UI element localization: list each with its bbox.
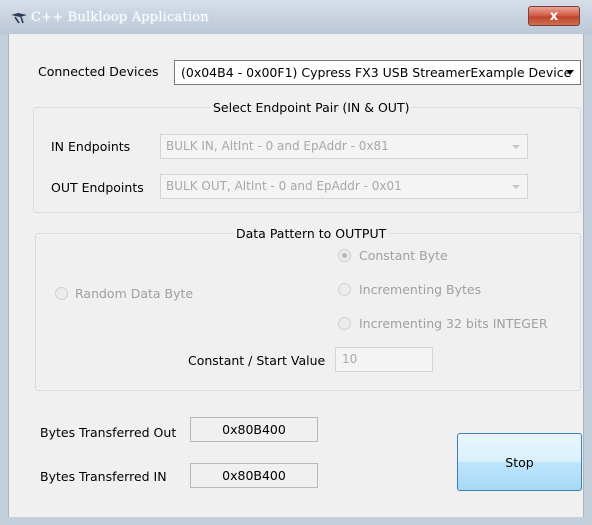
chevron-down-icon bbox=[566, 70, 574, 75]
incrementing-32bit-radio[interactable] bbox=[338, 317, 351, 330]
connected-devices-label: Connected Devices bbox=[38, 64, 159, 79]
bytes-in-value-box: 0x80B400 bbox=[190, 463, 318, 488]
incrementing-bytes-radio[interactable] bbox=[338, 283, 351, 296]
close-button[interactable]: x bbox=[528, 6, 580, 26]
endpoint-pair-group-title: Select Endpoint Pair (IN & OUT) bbox=[210, 100, 413, 115]
bytes-in-label: Bytes Transferred IN bbox=[40, 469, 167, 484]
app-icon bbox=[11, 13, 27, 24]
out-endpoints-label: OUT Endpoints bbox=[51, 180, 144, 195]
constant-byte-label: Constant Byte bbox=[359, 248, 448, 263]
in-endpoints-value: BULK IN, AltInt - 0 and EpAddr - 0x81 bbox=[166, 139, 389, 153]
bytes-out-value: 0x80B400 bbox=[222, 422, 286, 437]
random-data-byte-label: Random Data Byte bbox=[75, 286, 194, 301]
close-icon: x bbox=[549, 8, 559, 24]
constant-byte-radio[interactable] bbox=[338, 249, 351, 262]
stop-button[interactable]: Stop bbox=[457, 433, 582, 491]
data-pattern-group-title: Data Pattern to OUTPUT bbox=[233, 226, 390, 241]
incrementing-bytes-label: Incrementing Bytes bbox=[359, 282, 482, 297]
bytes-out-label: Bytes Transferred Out bbox=[40, 425, 177, 440]
connected-devices-dropdown[interactable]: (0x04B4 - 0x00F1) Cypress FX3 USB Stream… bbox=[174, 60, 581, 85]
connected-devices-value: (0x04B4 - 0x00F1) Cypress FX3 USB Stream… bbox=[181, 65, 572, 80]
incrementing-32bit-label: Incrementing 32 bits INTEGER bbox=[359, 316, 548, 331]
chevron-down-icon bbox=[512, 185, 520, 189]
title-bar[interactable]: C++ Bulkloop Application x bbox=[0, 0, 592, 35]
out-endpoints-value: BULK OUT, AltInt - 0 and EpAddr - 0x01 bbox=[166, 179, 402, 193]
window-frame-right bbox=[584, 34, 592, 525]
bytes-out-value-box: 0x80B400 bbox=[190, 417, 318, 442]
out-endpoints-dropdown[interactable]: BULK OUT, AltInt - 0 and EpAddr - 0x01 bbox=[160, 174, 528, 199]
bytes-in-value: 0x80B400 bbox=[222, 468, 286, 483]
start-value-input[interactable]: 10 bbox=[335, 347, 433, 372]
window-title: C++ Bulkloop Application bbox=[31, 10, 209, 25]
start-value-text: 10 bbox=[342, 352, 358, 366]
stop-button-label: Stop bbox=[505, 454, 534, 470]
application-window: C++ Bulkloop Application x Connected Dev… bbox=[0, 0, 592, 525]
chevron-down-icon bbox=[512, 145, 520, 149]
start-value-label: Constant / Start Value bbox=[188, 353, 326, 368]
in-endpoints-label: IN Endpoints bbox=[51, 139, 131, 154]
window-frame-left bbox=[0, 34, 8, 525]
window-frame-bottom bbox=[0, 517, 592, 525]
in-endpoints-dropdown[interactable]: BULK IN, AltInt - 0 and EpAddr - 0x81 bbox=[160, 134, 528, 159]
random-data-byte-radio[interactable] bbox=[55, 287, 68, 300]
